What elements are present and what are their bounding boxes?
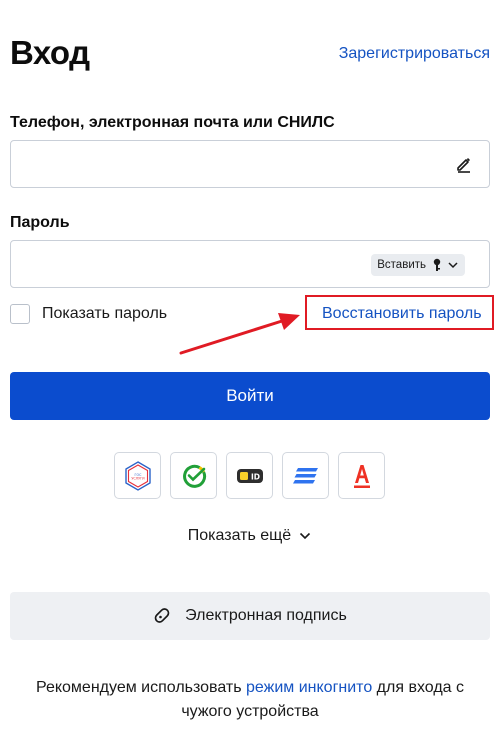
esign-button[interactable]: Электронная подпись <box>10 592 490 640</box>
incognito-mode-link[interactable]: режим инкогнито <box>246 679 372 696</box>
show-password-checkbox[interactable] <box>10 304 30 324</box>
chevron-down-icon <box>300 532 311 540</box>
alfa-icon <box>353 464 370 488</box>
vtb-icon <box>292 467 318 483</box>
show-password-label[interactable]: Показать пароль <box>42 305 167 323</box>
svg-text:ID: ID <box>250 472 259 481</box>
esign-icon <box>154 608 170 623</box>
login-providers: ГОС УСЛУГИ ID <box>114 452 385 499</box>
incognito-recommendation: Рекомендуем использовать режим инкогнито… <box>10 676 490 724</box>
gosuslugi-icon: ГОС УСЛУГИ <box>124 460 151 491</box>
provider-sber[interactable] <box>170 452 217 499</box>
provider-gosuslugi[interactable]: ГОС УСЛУГИ <box>114 452 161 499</box>
paste-button[interactable]: Вставить <box>371 254 465 276</box>
svg-text:УСЛУГИ: УСЛУГИ <box>131 476 145 480</box>
page-title: Вход <box>10 34 90 71</box>
login-input[interactable] <box>11 141 489 187</box>
show-more-button[interactable]: Показать ещё <box>0 527 499 545</box>
restore-password-link[interactable]: Восстановить пароль <box>322 305 482 323</box>
recommend-text-before: Рекомендуем использовать <box>35 679 247 696</box>
show-more-label: Показать ещё <box>187 527 292 544</box>
provider-vtb[interactable] <box>282 452 329 499</box>
password-field-label: Пароль <box>10 214 70 231</box>
provider-alfa[interactable] <box>338 452 385 499</box>
id-icon: ID <box>236 468 263 483</box>
register-link[interactable]: Зарегистрироваться <box>339 45 490 63</box>
login-field[interactable] <box>10 140 490 188</box>
annotation-arrow-icon <box>179 313 300 355</box>
sber-icon <box>182 464 206 488</box>
esign-button-label: Электронная подпись <box>185 607 347 624</box>
login-button[interactable]: Войти <box>10 372 490 420</box>
login-field-label: Телефон, электронная почта или СНИЛС <box>10 114 335 131</box>
password-field[interactable]: Вставить <box>10 240 490 288</box>
provider-id[interactable]: ID <box>226 452 273 499</box>
key-icon <box>433 258 441 271</box>
pencil-icon <box>457 158 470 173</box>
paste-button-label: Вставить <box>377 259 426 271</box>
chevron-down-icon <box>448 261 458 268</box>
